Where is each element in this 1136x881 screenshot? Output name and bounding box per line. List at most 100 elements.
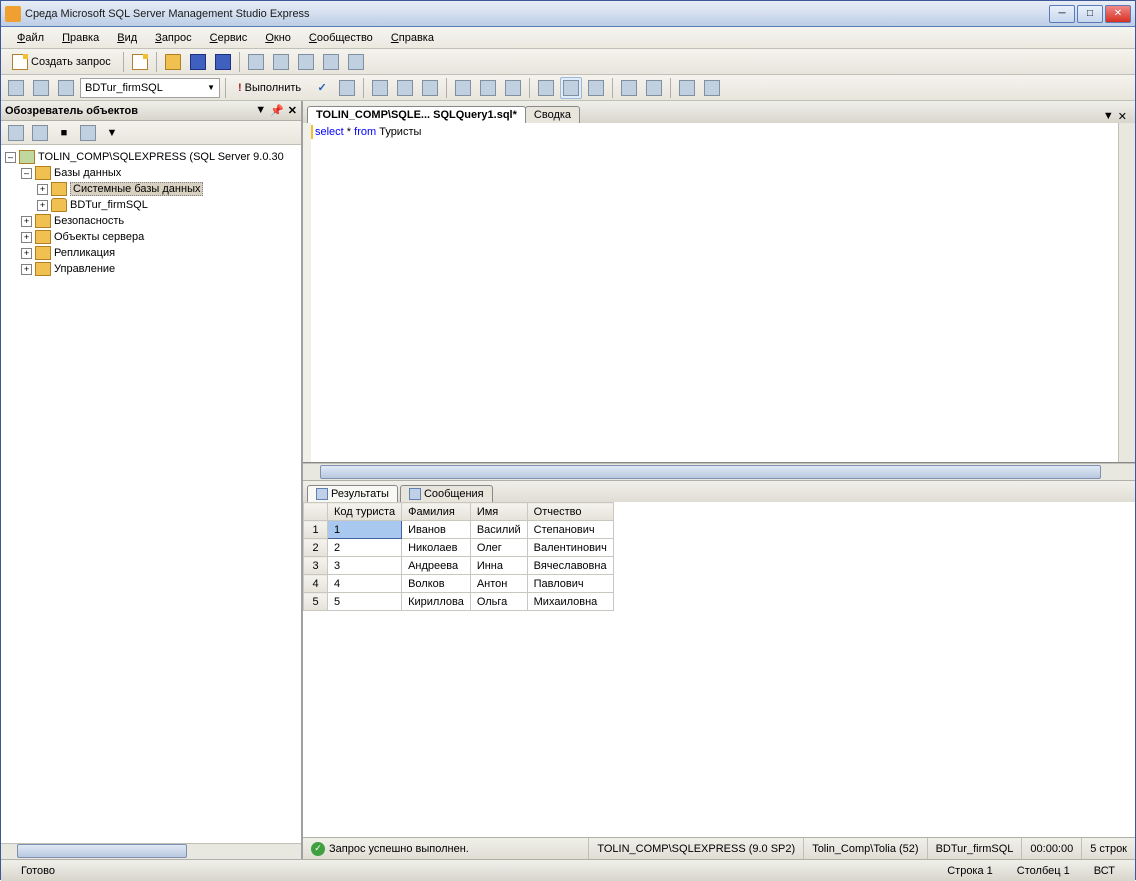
tree-sysdb[interactable]: + Системные базы данных (1, 181, 301, 197)
table-row[interactable]: 55КирилловаОльгаМихаиловна (304, 593, 614, 611)
cell-mname[interactable]: Вячеславовна (527, 557, 613, 575)
expand-icon[interactable]: + (37, 184, 48, 195)
menu-file[interactable]: Файл (9, 30, 52, 46)
tb2-c[interactable] (419, 77, 441, 99)
tb2-e[interactable] (477, 77, 499, 99)
tree-replication[interactable]: + Репликация (1, 245, 301, 261)
editor-content[interactable]: select * from Туристы (311, 123, 1118, 462)
cell-fname[interactable]: Инна (470, 557, 527, 575)
col-mname[interactable]: Отчество (527, 503, 613, 521)
cell-mname[interactable]: Павлович (527, 575, 613, 593)
tb-btn-a[interactable] (245, 51, 267, 73)
tb-btn-b[interactable] (270, 51, 292, 73)
tb-btn-c[interactable] (295, 51, 317, 73)
cell-lname[interactable]: Кириллова (402, 593, 471, 611)
tab-results[interactable]: Результаты (307, 485, 398, 502)
save-all-button[interactable] (212, 51, 234, 73)
cell-lname[interactable]: Волков (402, 575, 471, 593)
uncomment-button[interactable] (701, 77, 723, 99)
tb-btn-e[interactable] (345, 51, 367, 73)
close-panel-icon[interactable]: ✕ (288, 104, 297, 117)
tb2-b[interactable] (394, 77, 416, 99)
expand-icon[interactable]: + (21, 248, 32, 259)
tb2-d[interactable] (452, 77, 474, 99)
tree-serverobj[interactable]: + Объекты сервера (1, 229, 301, 245)
menu-help[interactable]: Справка (383, 30, 442, 46)
cell-lname[interactable]: Иванов (402, 521, 471, 539)
col-fname[interactable]: Имя (470, 503, 527, 521)
results-grid[interactable]: Код туриста Фамилия Имя Отчество 11Ивано… (303, 502, 1135, 837)
cell-fname[interactable]: Ольга (470, 593, 527, 611)
tab-summary[interactable]: Сводка (525, 106, 580, 123)
maximize-button[interactable]: □ (1077, 5, 1103, 23)
tb2-a[interactable] (369, 77, 391, 99)
cell-mname[interactable]: Степанович (527, 521, 613, 539)
cell-id[interactable]: 1 (328, 521, 402, 539)
connect-button[interactable] (5, 77, 27, 99)
menu-query[interactable]: Запрос (147, 30, 199, 46)
tree-root[interactable]: – TOLIN_COMP\SQLEXPRESS (SQL Server 9.0.… (1, 149, 301, 165)
expand-icon[interactable]: – (5, 152, 16, 163)
menu-community[interactable]: Сообщество (301, 30, 381, 46)
menu-tools[interactable]: Сервис (202, 30, 256, 46)
col-id[interactable]: Код туриста (328, 503, 402, 521)
cell-id[interactable]: 3 (328, 557, 402, 575)
tab-messages[interactable]: Сообщения (400, 485, 493, 502)
oe-refresh-button[interactable] (77, 122, 99, 144)
cell-id[interactable]: 5 (328, 593, 402, 611)
cell-mname[interactable]: Валентинович (527, 539, 613, 557)
editor-vscrollbar[interactable] (1118, 123, 1135, 462)
oe-stop-button[interactable]: ■ (53, 122, 75, 144)
expand-icon[interactable]: – (21, 168, 32, 179)
table-row[interactable]: 11ИвановВасилийСтепанович (304, 521, 614, 539)
indent-button[interactable] (618, 77, 640, 99)
tab-close-icon[interactable]: ✕ (1118, 110, 1127, 123)
cell-lname[interactable]: Николаев (402, 539, 471, 557)
table-row[interactable]: 33АндрееваИннаВячеславовна (304, 557, 614, 575)
oe-disconnect-button[interactable] (29, 122, 51, 144)
tree-userdb[interactable]: + BDTur_firmSQL (1, 197, 301, 213)
explorer-scrollbar[interactable] (1, 843, 301, 859)
cell-fname[interactable]: Василий (470, 521, 527, 539)
expand-icon[interactable]: + (37, 200, 48, 211)
parse-button[interactable]: ✓ (311, 77, 333, 99)
object-tree[interactable]: – TOLIN_COMP\SQLEXPRESS (SQL Server 9.0.… (1, 145, 301, 843)
cell-id[interactable]: 4 (328, 575, 402, 593)
new-query-button[interactable]: Создать запрос (5, 51, 118, 73)
expand-icon[interactable]: + (21, 264, 32, 275)
tree-databases[interactable]: – Базы данных (1, 165, 301, 181)
sql-editor[interactable]: select * from Туристы (303, 123, 1135, 463)
close-button[interactable]: ✕ (1105, 5, 1131, 23)
execute-button[interactable]: ! Выполнить (231, 79, 308, 97)
new-file-button[interactable] (129, 51, 151, 73)
tab-query[interactable]: TOLIN_COMP\SQLE... SQLQuery1.sql* (307, 106, 526, 123)
menu-view[interactable]: Вид (109, 30, 145, 46)
col-lname[interactable]: Фамилия (402, 503, 471, 521)
results-text-button[interactable] (535, 77, 557, 99)
oe-filter-button[interactable]: ▼ (101, 122, 123, 144)
table-row[interactable]: 22НиколаевОлегВалентинович (304, 539, 614, 557)
outdent-button[interactable] (643, 77, 665, 99)
disconnect-button[interactable] (30, 77, 52, 99)
pin-icon[interactable]: 📌 (270, 104, 284, 117)
tree-management[interactable]: + Управление (1, 261, 301, 277)
cell-fname[interactable]: Антон (470, 575, 527, 593)
cell-id[interactable]: 2 (328, 539, 402, 557)
cell-mname[interactable]: Михаиловна (527, 593, 613, 611)
editor-hscrollbar[interactable] (303, 463, 1135, 480)
expand-icon[interactable]: + (21, 232, 32, 243)
cell-lname[interactable]: Андреева (402, 557, 471, 575)
table-row[interactable]: 44ВолковАнтонПавлович (304, 575, 614, 593)
cell-fname[interactable]: Олег (470, 539, 527, 557)
tb2-f[interactable] (502, 77, 524, 99)
cancel-query-button[interactable] (336, 77, 358, 99)
results-file-button[interactable] (585, 77, 607, 99)
tab-dropdown-icon[interactable]: ▼ (1103, 110, 1114, 123)
tree-security[interactable]: + Безопасность (1, 213, 301, 229)
menu-window[interactable]: Окно (257, 30, 299, 46)
results-grid-button[interactable] (560, 77, 582, 99)
save-button[interactable] (187, 51, 209, 73)
change-connection-button[interactable] (55, 77, 77, 99)
database-combo[interactable]: BDTur_firmSQL ▼ (80, 78, 220, 98)
expand-icon[interactable]: + (21, 216, 32, 227)
